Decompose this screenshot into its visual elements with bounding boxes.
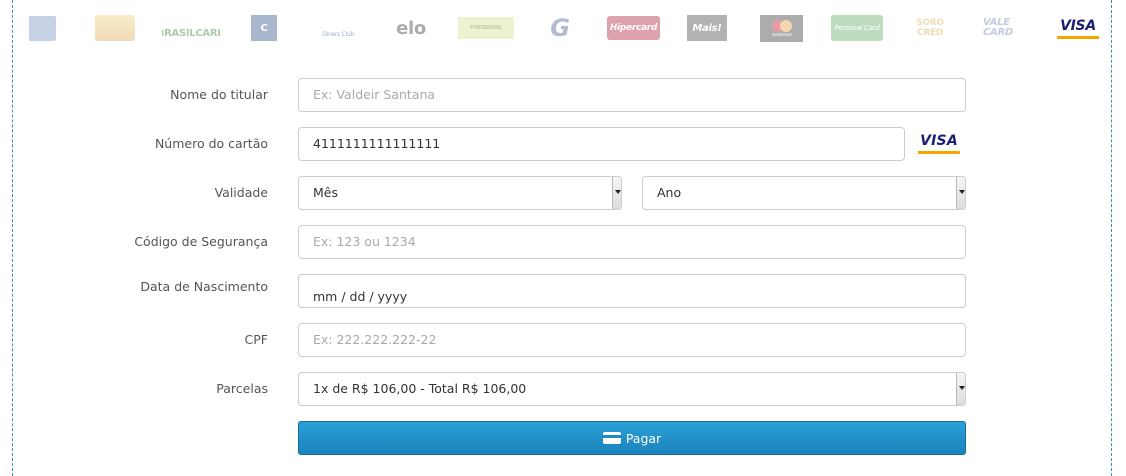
goodcard-text: G <box>550 14 570 42</box>
card-number-input[interactable]: 4111111111111111 <box>298 127 905 161</box>
chevron-down-icon <box>956 177 965 209</box>
holder-name-input[interactable]: Ex: Valdeir Santana <box>298 78 966 112</box>
cvv-input[interactable]: Ex: 123 ou 1234 <box>298 225 966 259</box>
pay-button-label: Pagar <box>625 430 662 446</box>
aura-logo <box>95 13 135 43</box>
diners-text: Diners Club <box>322 30 354 38</box>
mastercard-text: mastercard <box>771 31 792 37</box>
elo-text: elo <box>396 17 426 39</box>
birthdate-value: mm / dd / yyyy <box>313 289 408 304</box>
pay-button[interactable]: Pagar <box>298 421 966 455</box>
card-brands-strip: BRASILCARD C Diners Club elo FORTBRASIL … <box>0 0 1126 56</box>
validity-label: Validade <box>214 185 268 200</box>
birthdate-label: Data de Nascimento <box>140 279 268 294</box>
personalcard-text: Personal Card <box>834 24 880 32</box>
goodcard-logo: G <box>530 13 590 43</box>
amex-logo <box>29 13 56 43</box>
valecard-logo: VALE CARD <box>981 13 1029 43</box>
birthdate-row: Data de Nascimento mm / dd / yyyy <box>0 274 1126 308</box>
sorocred-text: SORO CRED <box>916 18 944 38</box>
mais-logo: Mais! <box>687 13 727 43</box>
chevron-down-icon <box>956 373 965 405</box>
cabal-logo: C <box>251 13 277 43</box>
cpf-row: CPF Ex: 222.222.222-22 <box>0 323 1126 357</box>
cpf-placeholder: Ex: 222.222.222-22 <box>313 332 437 347</box>
visa-logo: VISA <box>1056 13 1100 43</box>
credit-card-icon <box>602 432 621 444</box>
brasilcard-logo: BRASILCARD <box>162 13 220 43</box>
personalcard-logo: Personal Card <box>831 13 883 43</box>
cvv-row: Código de Segurança Ex: 123 ou 1234 <box>0 225 1126 259</box>
detected-brand-icon: VISA <box>917 129 961 157</box>
installments-select[interactable]: 1x de R$ 106,00 - Total R$ 106,00 <box>298 372 966 406</box>
mais-text: Mais! <box>692 22 722 34</box>
sorocred-logo: SORO CRED <box>914 13 946 43</box>
detected-brand-text: VISA <box>920 132 958 149</box>
card-number-row: Número do cartão 4111111111111111 VISA <box>0 127 1126 161</box>
visa-text: VISA <box>1060 17 1096 34</box>
year-select-value: Ano <box>657 185 682 200</box>
cvv-label: Código de Segurança <box>134 234 268 249</box>
fortbrasil-logo: FORTBRASIL <box>458 13 514 43</box>
diners-logo: Diners Club <box>318 13 358 43</box>
valecard-text: VALE CARD <box>983 17 1013 38</box>
validity-row: Validade Mês Ano <box>0 176 1126 210</box>
brasilcard-text: BRASILCARD <box>162 27 220 39</box>
hipercard-logo: Hipercard <box>607 13 660 43</box>
chevron-down-icon <box>612 177 621 209</box>
holder-row: Nome do titular Ex: Valdeir Santana <box>0 78 1126 112</box>
month-select-value: Mês <box>313 185 338 200</box>
hipercard-text: Hipercard <box>609 23 658 33</box>
mastercard-logo: mastercard <box>760 13 803 43</box>
installments-value: 1x de R$ 106,00 - Total R$ 106,00 <box>313 381 527 396</box>
holder-label: Nome do titular <box>170 87 268 102</box>
month-select[interactable]: Mês <box>298 176 622 210</box>
installments-label: Parcelas <box>216 381 268 396</box>
holder-name-placeholder: Ex: Valdeir Santana <box>313 87 436 102</box>
year-select[interactable]: Ano <box>642 176 966 210</box>
elo-logo: elo <box>384 13 438 43</box>
installments-row: Parcelas 1x de R$ 106,00 - Total R$ 106,… <box>0 372 1126 406</box>
card-number-label: Número do cartão <box>154 136 268 151</box>
cpf-label: CPF <box>244 332 268 347</box>
cpf-input[interactable]: Ex: 222.222.222-22 <box>298 323 966 357</box>
cabal-text: C <box>260 22 268 34</box>
birthdate-input[interactable]: mm / dd / yyyy <box>298 274 966 308</box>
card-number-value: 4111111111111111 <box>313 136 441 151</box>
fortbrasil-text: FORTBRASIL <box>470 25 502 31</box>
cvv-placeholder: Ex: 123 ou 1234 <box>313 234 416 249</box>
